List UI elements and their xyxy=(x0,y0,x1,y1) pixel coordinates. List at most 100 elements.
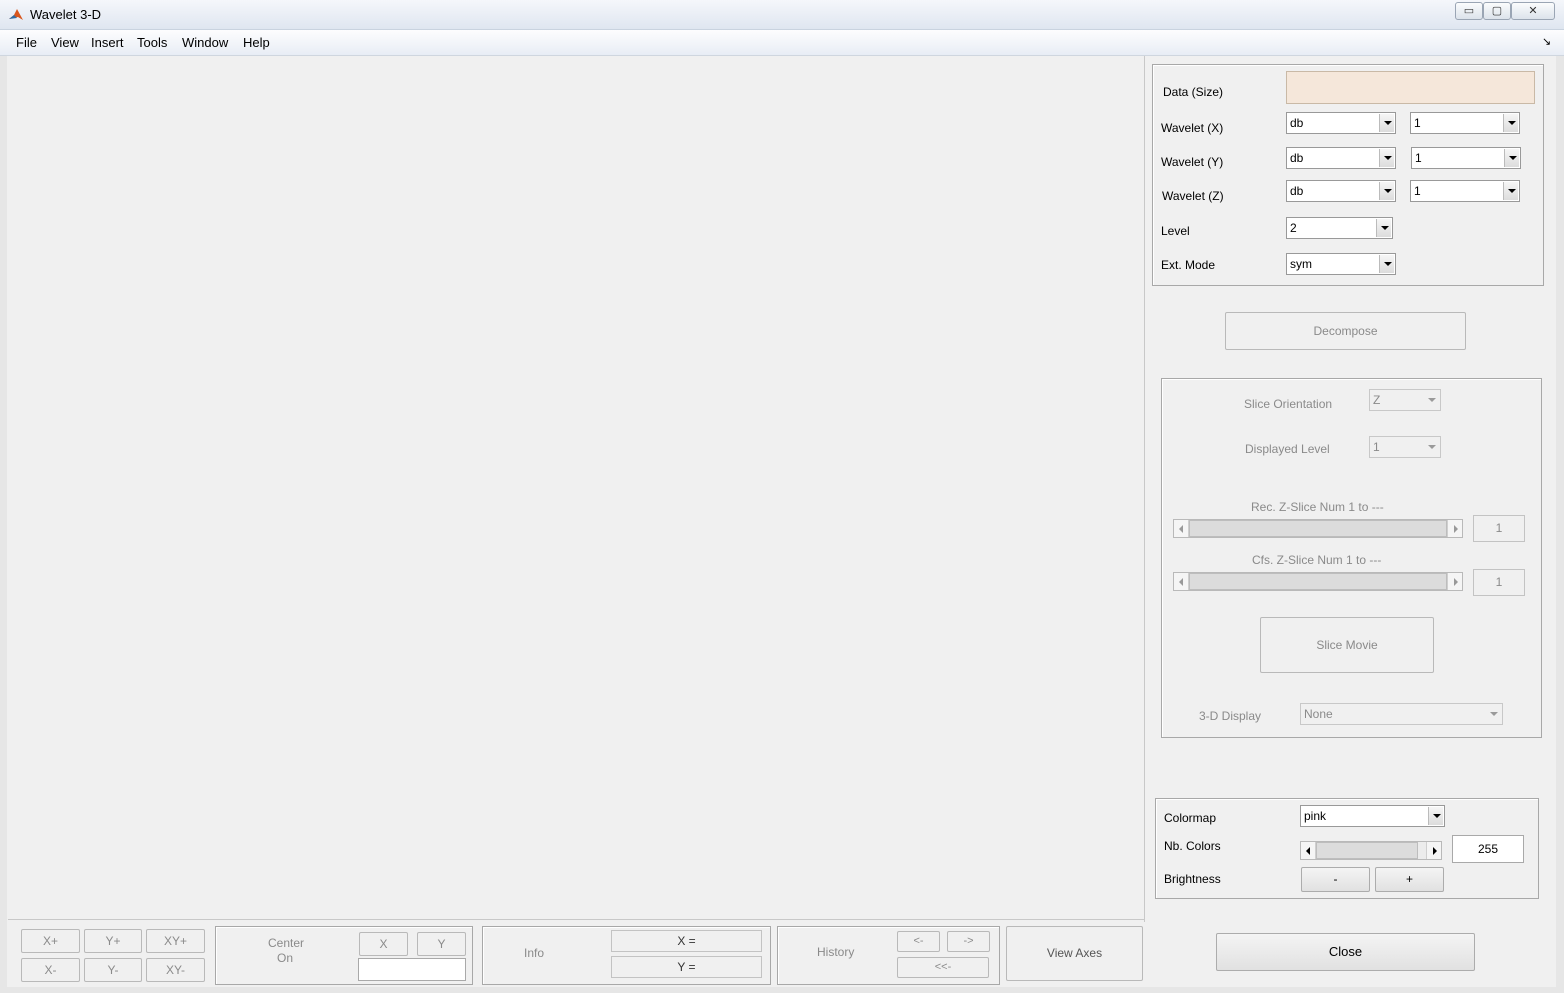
wavelet-z-number-value: 1 xyxy=(1414,184,1421,198)
wavelet-y-number-value: 1 xyxy=(1415,151,1422,165)
close-button[interactable]: Close xyxy=(1216,933,1475,971)
chevron-down-icon xyxy=(1424,391,1439,409)
center-value-input[interactable] xyxy=(358,958,466,981)
history-forward-button[interactable]: -> xyxy=(947,931,990,952)
title-bar: Wavelet 3-D ▭ ▢ ✕ xyxy=(0,0,1564,30)
chevron-down-icon xyxy=(1379,149,1394,167)
slice-movie-button[interactable]: Slice Movie xyxy=(1260,617,1434,673)
x-plus-button[interactable]: X+ xyxy=(21,929,80,953)
colormap-value: pink xyxy=(1304,809,1327,823)
history-back-button[interactable]: <- xyxy=(897,931,940,952)
xy-plus-button[interactable]: XY+ xyxy=(146,929,205,953)
colormap-select[interactable]: pink xyxy=(1300,805,1445,827)
history-first-button[interactable]: <<- xyxy=(897,957,989,978)
chevron-down-icon xyxy=(1379,114,1394,132)
arrow-right-icon[interactable] xyxy=(1447,520,1462,537)
menu-file[interactable]: File xyxy=(16,35,37,50)
maximize-icon: ▢ xyxy=(1491,5,1503,17)
view-axes-button[interactable]: View Axes xyxy=(1006,926,1143,981)
cfs-slice-value[interactable]: 1 xyxy=(1473,569,1525,596)
menu-view[interactable]: View xyxy=(51,35,79,50)
cfs-slice-slider[interactable] xyxy=(1173,572,1463,591)
wavelet-x-number-value: 1 xyxy=(1414,116,1421,130)
minimize-icon: ▭ xyxy=(1463,5,1475,17)
nb-colors-slider[interactable] xyxy=(1300,841,1442,860)
nb-colors-label: Nb. Colors xyxy=(1164,839,1221,853)
rec-slice-slider-thumb[interactable] xyxy=(1189,520,1447,537)
arrow-left-icon[interactable] xyxy=(1174,573,1189,590)
wavelet-z-family-select[interactable]: db xyxy=(1286,180,1396,202)
info-x-field: X = xyxy=(611,930,762,952)
ext-mode-select[interactable]: sym xyxy=(1286,253,1396,275)
ext-mode-label: Ext. Mode xyxy=(1161,258,1216,272)
cfs-slice-slider-thumb[interactable] xyxy=(1189,573,1447,590)
3d-display-select[interactable]: None xyxy=(1300,703,1503,725)
brightness-minus-button[interactable]: - xyxy=(1301,867,1370,892)
wavelet-z-family-value: db xyxy=(1290,184,1304,198)
chevron-down-icon xyxy=(1376,219,1391,237)
wavelet-x-family-value: db xyxy=(1290,116,1304,130)
brightness-label: Brightness xyxy=(1164,872,1221,886)
displayed-level-select[interactable]: 1 xyxy=(1369,436,1441,458)
arrow-right-icon[interactable] xyxy=(1426,842,1441,859)
slice-orientation-label: Slice Orientation xyxy=(1244,397,1333,411)
menu-window[interactable]: Window xyxy=(182,35,228,50)
data-size-field xyxy=(1286,71,1535,104)
wavelet-x-family-select[interactable]: db xyxy=(1286,112,1396,134)
center-on-label-line2: On xyxy=(277,951,294,965)
displayed-level-label: Displayed Level xyxy=(1245,442,1330,456)
matlab-logo-icon xyxy=(9,9,23,20)
level-select[interactable]: 2 xyxy=(1286,217,1393,239)
wavelet-y-family-select[interactable]: db xyxy=(1286,147,1396,169)
3d-display-label: 3-D Display xyxy=(1199,709,1262,723)
history-label: History xyxy=(817,945,855,959)
chevron-down-icon xyxy=(1379,182,1394,200)
xy-minus-button[interactable]: XY- xyxy=(146,958,205,982)
horizontal-divider xyxy=(8,919,1145,920)
rec-slice-label: Rec. Z-Slice Num 1 to --- xyxy=(1251,500,1384,514)
dock-arrow-icon[interactable]: ↘ xyxy=(1542,35,1551,48)
maximize-button[interactable]: ▢ xyxy=(1483,2,1511,20)
wavelet-z-number-select[interactable]: 1 xyxy=(1410,180,1520,202)
plot-area xyxy=(8,57,1144,919)
chevron-down-icon xyxy=(1424,438,1439,456)
y-plus-button[interactable]: Y+ xyxy=(84,929,142,953)
vertical-divider xyxy=(1144,56,1145,922)
minimize-button[interactable]: ▭ xyxy=(1455,2,1483,20)
arrow-left-icon[interactable] xyxy=(1174,520,1189,537)
level-value: 2 xyxy=(1290,221,1297,235)
chevron-down-icon xyxy=(1503,182,1518,200)
chevron-down-icon xyxy=(1503,114,1518,132)
chevron-down-icon xyxy=(1504,149,1519,167)
center-on-label-line1: Center xyxy=(268,936,305,950)
chevron-down-icon xyxy=(1379,255,1394,273)
chevron-down-icon xyxy=(1486,705,1501,723)
wavelet-x-label: Wavelet (X) xyxy=(1161,121,1224,135)
wavelet-y-number-select[interactable]: 1 xyxy=(1411,147,1521,169)
nb-colors-slider-thumb[interactable] xyxy=(1316,842,1418,859)
center-y-button[interactable]: Y xyxy=(417,932,466,956)
cfs-slice-label: Cfs. Z-Slice Num 1 to --- xyxy=(1252,553,1382,567)
center-x-button[interactable]: X xyxy=(359,932,408,956)
y-minus-button[interactable]: Y- xyxy=(84,958,142,982)
menu-help[interactable]: Help xyxy=(243,35,270,50)
x-minus-button[interactable]: X- xyxy=(21,958,80,982)
menu-bar: File View Insert Tools Window Help ↘ xyxy=(0,30,1564,56)
menu-tools[interactable]: Tools xyxy=(137,35,167,50)
arrow-left-icon[interactable] xyxy=(1301,842,1316,859)
brightness-plus-button[interactable]: + xyxy=(1375,867,1444,892)
menu-insert[interactable]: Insert xyxy=(91,35,124,50)
decompose-button[interactable]: Decompose xyxy=(1225,312,1466,350)
colormap-label: Colormap xyxy=(1164,811,1217,825)
data-size-label: Data (Size) xyxy=(1163,85,1224,99)
arrow-right-icon[interactable] xyxy=(1447,573,1462,590)
wavelet-x-number-select[interactable]: 1 xyxy=(1410,112,1520,134)
nb-colors-input[interactable]: 255 xyxy=(1452,835,1524,863)
displayed-level-value: 1 xyxy=(1373,440,1380,454)
rec-slice-value[interactable]: 1 xyxy=(1473,515,1525,542)
rec-slice-slider[interactable] xyxy=(1173,519,1463,538)
close-window-button[interactable]: ✕ xyxy=(1511,2,1555,20)
slice-orientation-select[interactable]: Z xyxy=(1369,389,1441,411)
window-title: Wavelet 3-D xyxy=(30,7,102,22)
ext-mode-value: sym xyxy=(1290,257,1312,271)
